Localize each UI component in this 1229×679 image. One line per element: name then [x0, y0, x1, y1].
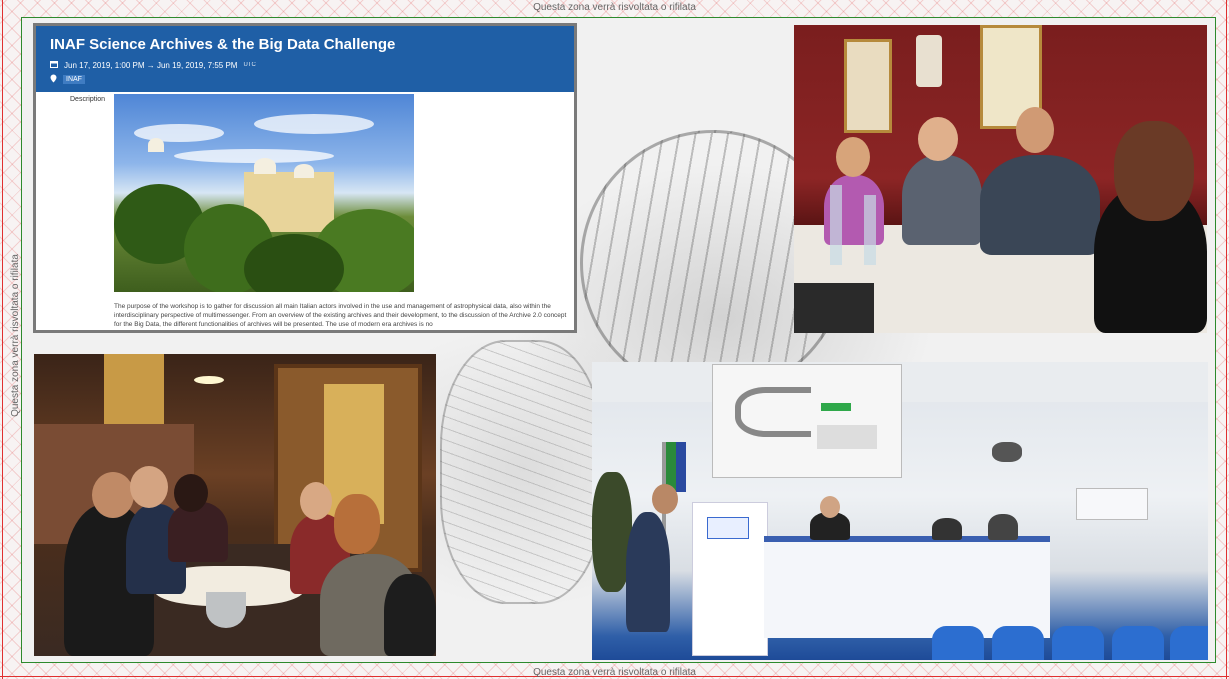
event-description: The purpose of the workshop is to gather…: [114, 303, 567, 328]
panel-desk: [764, 536, 1050, 638]
event-dates: Jun 17, 2019, 1:00 PM → Jun 19, 2019, 7:…: [64, 60, 238, 70]
trim-notice-left: Questa zona verrà risvoltata o rifilata: [9, 254, 21, 417]
trim-notice-top: Questa zona verrà risvoltata o rifilata: [533, 2, 696, 13]
calendar-icon: [50, 60, 58, 70]
projection-screen: [712, 364, 902, 478]
conference-room-photo: [592, 362, 1208, 660]
event-location-row: INAF: [50, 74, 560, 85]
dinner-photo-restaurant: [794, 25, 1207, 333]
observatory-photo: [114, 94, 414, 292]
bleed-line-right: [1226, 0, 1227, 679]
event-header: INAF Science Archives & the Big Data Cha…: [36, 26, 574, 92]
bleed-line-left: [2, 0, 3, 679]
podium: [692, 502, 768, 656]
description-label: Description: [70, 96, 106, 103]
dinner-photo-trattoria: [34, 354, 436, 656]
event-dates-row: Jun 17, 2019, 1:00 PM → Jun 19, 2019, 7:…: [50, 60, 560, 70]
event-location[interactable]: INAF: [63, 75, 85, 84]
event-page-screenshot: INAF Science Archives & the Big Data Cha…: [33, 23, 577, 333]
event-title[interactable]: INAF Science Archives & the Big Data Cha…: [50, 36, 560, 53]
event-timezone: UTC: [243, 62, 256, 68]
trim-notice-bottom: Questa zona verrà risvoltata o rifilata: [533, 667, 696, 678]
map-pin-icon: [50, 74, 57, 85]
